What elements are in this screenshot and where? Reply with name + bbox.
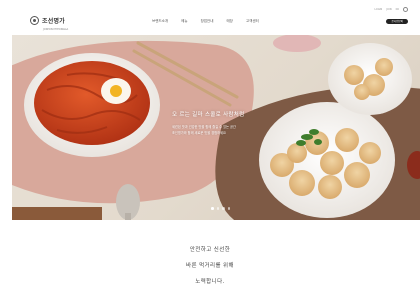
slider-dot[interactable] — [227, 207, 230, 210]
nav-item-support[interactable]: 고객센터 — [246, 19, 259, 24]
utility-links: LOGIN JOIN KR — [374, 7, 408, 12]
logo-subtitle: JOSEON MYEONGGA — [43, 28, 69, 31]
slider-dot[interactable] — [216, 207, 219, 210]
logo-emblem-icon — [30, 16, 39, 25]
site-header: 조선명가 JOSEON MYEONGGA 브랜드소개 메뉴 창업안내 매장 고객… — [0, 0, 420, 32]
search-icon[interactable] — [403, 7, 408, 12]
intro-line: 노력합니다. — [195, 279, 225, 285]
brand-logo[interactable]: 조선명가 — [30, 16, 65, 25]
main-nav: 브랜드소개 메뉴 창업안내 매장 고객센터 — [152, 19, 259, 24]
hero-title: 오 르는 길마 스쿨로 사람처럼 — [172, 112, 245, 118]
nav-item-brand[interactable]: 브랜드소개 — [152, 19, 168, 24]
intro-section: 안전하고 신선한 바른 먹거리를 위해 노력합니다. — [0, 242, 420, 290]
hero-caption: 오 르는 길마 스쿨로 사람처럼 세련된 맛과 건강한 맛을 함께 즐길 수 있… — [172, 110, 302, 136]
wood-board — [12, 207, 102, 220]
logo-text: 조선명가 — [42, 18, 65, 25]
nav-item-menu[interactable]: 메뉴 — [181, 19, 187, 24]
nav-item-store[interactable]: 매장 — [226, 19, 232, 24]
util-login-link[interactable]: LOGIN — [374, 8, 382, 11]
inquiry-button[interactable]: 온라인문의 — [386, 19, 408, 24]
nav-item-franchise[interactable]: 창업안내 — [201, 19, 214, 24]
hero-slider: 오 르는 길마 스쿨로 사람처럼 세련된 맛과 건강한 맛을 함께 즐길 수 있… — [12, 35, 420, 220]
util-join-link[interactable]: JOIN — [386, 8, 391, 11]
slider-pagination — [211, 207, 230, 210]
slider-dot[interactable] — [222, 207, 225, 210]
intro-line: 바른 먹거리를 위해 — [186, 263, 234, 269]
util-language-link[interactable]: KR — [396, 8, 399, 11]
pink-bowl — [273, 35, 321, 52]
intro-line: 안전하고 신선한 — [189, 247, 231, 253]
hero-description-line: 조선명가와 함께 새로운 맛을 경험하세요 — [172, 131, 226, 135]
slider-dot[interactable] — [211, 207, 214, 210]
